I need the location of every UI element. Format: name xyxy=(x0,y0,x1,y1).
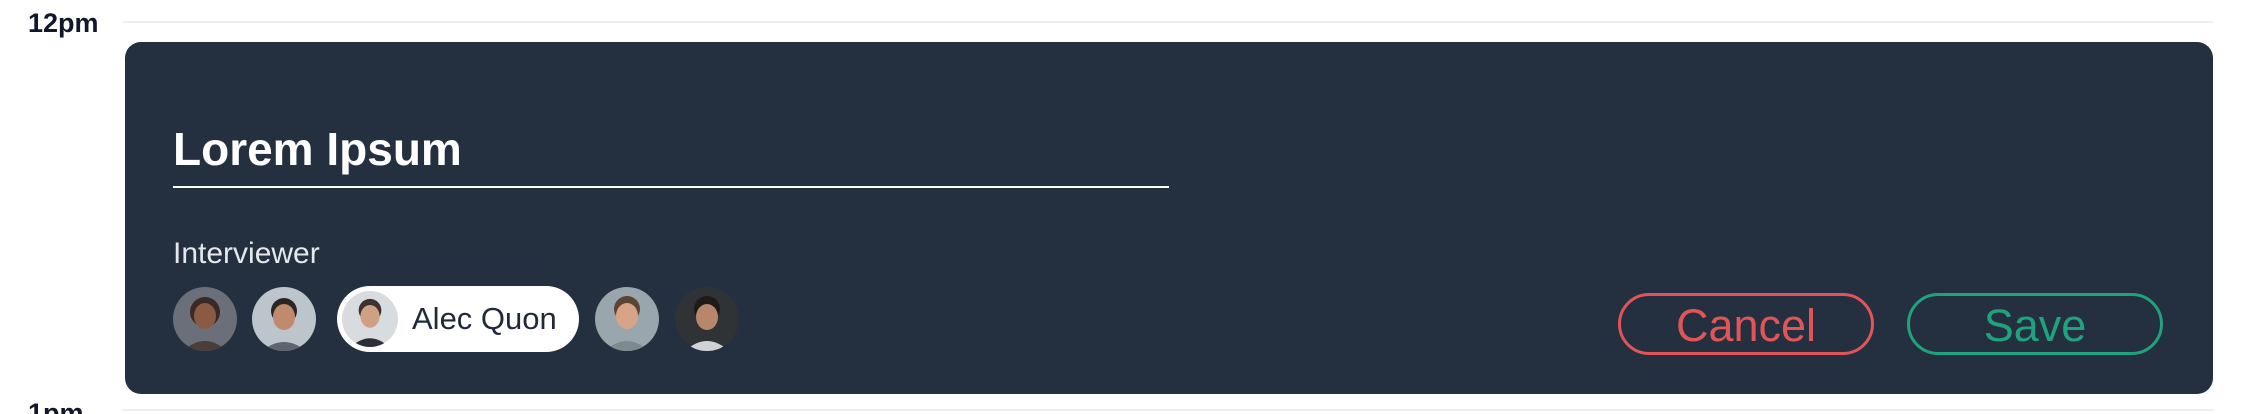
hour-divider xyxy=(123,409,2213,411)
person-avatar-icon xyxy=(675,287,739,351)
person-avatar-icon xyxy=(173,287,237,351)
hour-divider xyxy=(123,21,2213,23)
save-button[interactable]: Save xyxy=(1907,293,2163,355)
hour-label-1pm: 1pm xyxy=(28,398,84,414)
hour-label-12pm: 12pm xyxy=(28,8,99,38)
selected-interviewer-name: Alec Quon xyxy=(412,301,557,336)
event-editor-card: Lorem Ipsum Interviewer Alec Quon Cancel… xyxy=(125,42,2213,394)
person-avatar-icon xyxy=(595,287,659,351)
cancel-button[interactable]: Cancel xyxy=(1618,293,1874,355)
avatar[interactable] xyxy=(595,287,659,351)
event-title[interactable]: Lorem Ipsum xyxy=(173,126,462,172)
person-avatar-icon xyxy=(342,291,398,347)
calendar-day-view: 12pm Lorem Ipsum Interviewer Alec Quon C… xyxy=(0,0,2258,414)
avatar xyxy=(342,291,398,347)
selected-interviewer-chip[interactable]: Alec Quon xyxy=(337,286,579,352)
avatar[interactable] xyxy=(252,287,316,351)
avatar[interactable] xyxy=(173,287,237,351)
person-avatar-icon xyxy=(252,287,316,351)
avatar[interactable] xyxy=(675,287,739,351)
event-title-input[interactable]: Lorem Ipsum xyxy=(173,84,1169,188)
interviewer-label: Interviewer xyxy=(173,237,320,270)
